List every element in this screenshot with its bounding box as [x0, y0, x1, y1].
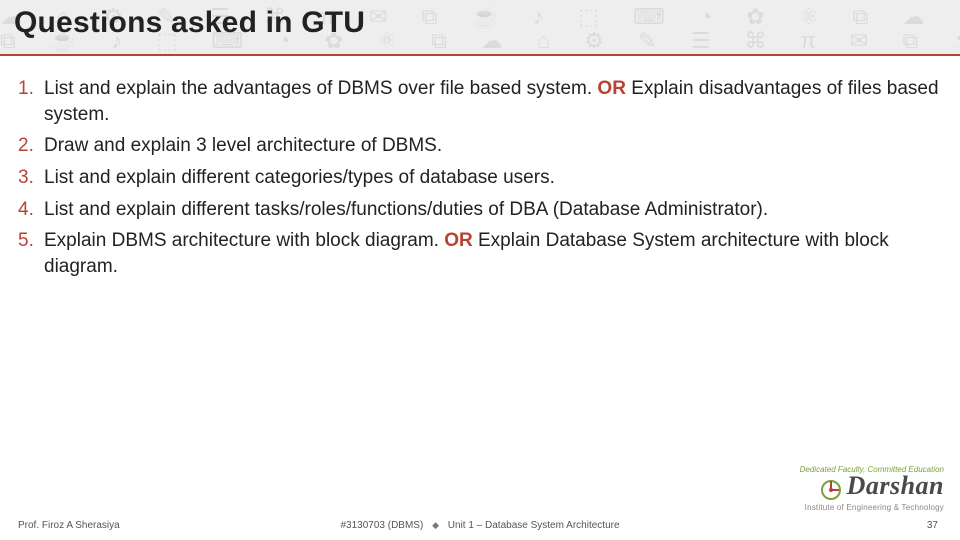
- or-keyword: OR: [444, 230, 473, 251]
- logo-name: Darshan: [847, 471, 944, 500]
- question-text-pre: Explain DBMS architecture with block dia…: [44, 230, 444, 251]
- diamond-separator-icon: ◆: [432, 520, 439, 530]
- footer-bar: Prof. Firoz A Sherasiya #3130703 (DBMS) …: [0, 510, 960, 540]
- list-item: List and explain the advantages of DBMS …: [18, 76, 942, 127]
- question-list: List and explain the advantages of DBMS …: [18, 76, 942, 279]
- institute-logo: Dedicated Faculty, Committed Education D…: [800, 465, 944, 512]
- header-band: ☁ ⌂ ⚙ ✎ ☰ ⌘ π ✉ ⧉ ☕ ♪ ⬚ ⌨ ◔ ✿ ⚛ ⧉ ☁ ⌂ ⚙ …: [0, 0, 960, 54]
- list-item: List and explain different categories/ty…: [18, 165, 942, 191]
- or-keyword: OR: [597, 78, 626, 99]
- list-item: Explain DBMS architecture with block dia…: [18, 228, 942, 279]
- footer-professor: Prof. Firoz A Sherasiya: [18, 520, 248, 531]
- content-area: List and explain the advantages of DBMS …: [0, 56, 960, 510]
- footer-course-code: #3130703 (DBMS): [340, 520, 423, 531]
- slide-root: ☁ ⌂ ⚙ ✎ ☰ ⌘ π ✉ ⧉ ☕ ♪ ⬚ ⌨ ◔ ✿ ⚛ ⧉ ☁ ⌂ ⚙ …: [0, 0, 960, 540]
- list-item: List and explain different tasks/roles/f…: [18, 197, 942, 223]
- list-item: Draw and explain 3 level architecture of…: [18, 133, 942, 159]
- slide-title: Questions asked in GTU: [14, 6, 365, 40]
- question-text-pre: List and explain different categories/ty…: [44, 167, 555, 188]
- footer-center: #3130703 (DBMS) ◆ Unit 1 – Database Syst…: [340, 520, 619, 531]
- question-text-pre: List and explain the advantages of DBMS …: [44, 78, 597, 99]
- question-text-pre: Draw and explain 3 level architecture of…: [44, 135, 442, 156]
- logo-mark-icon: [819, 478, 843, 502]
- footer-page-number: 37: [927, 520, 938, 531]
- question-text-pre: List and explain different tasks/roles/f…: [44, 199, 768, 220]
- footer-unit: Unit 1 – Database System Architecture: [448, 520, 620, 531]
